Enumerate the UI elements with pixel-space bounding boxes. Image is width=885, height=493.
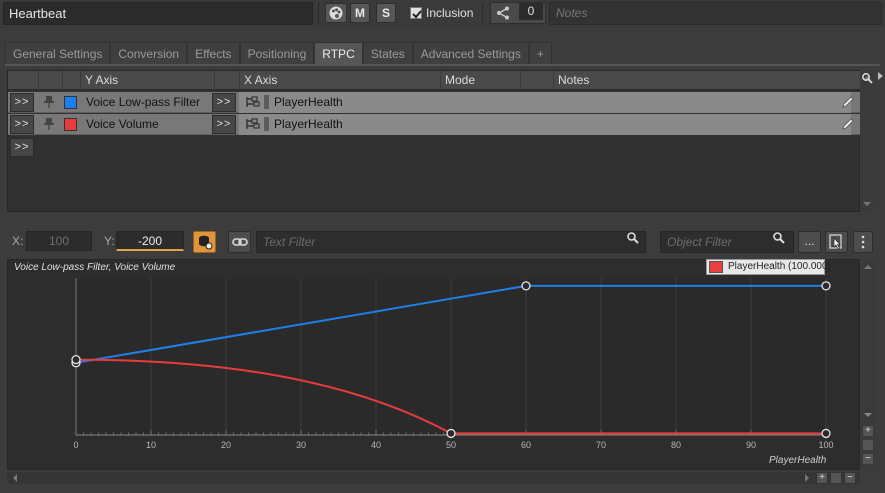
graph-legend: PlayerHealth (100.000) — [706, 259, 831, 275]
x-tick-label: 10 — [145, 440, 157, 450]
x-tick-label: 0 — [73, 440, 79, 450]
curve-control-point — [446, 428, 456, 439]
zoom-fit-icon[interactable] — [831, 473, 841, 483]
scroll-down-icon[interactable] — [861, 410, 875, 420]
scroll-right-icon[interactable] — [802, 472, 812, 484]
zoom-out-icon[interactable]: − — [863, 454, 873, 464]
scroll-up-icon[interactable] — [861, 262, 875, 272]
x-tick-label: 30 — [295, 440, 307, 450]
legend-swatch — [709, 261, 723, 273]
zoom-in-icon[interactable]: + — [817, 473, 827, 483]
x-tick-label: 40 — [370, 440, 382, 450]
curve-control-point — [521, 281, 531, 291]
legend-label: PlayerHealth (100.000) — [728, 261, 831, 272]
zoom-fit-icon[interactable] — [863, 440, 873, 450]
scroll-left-icon[interactable] — [10, 472, 20, 484]
graph-horizontal-scrollbar[interactable]: + − — [7, 472, 860, 484]
x-tick-label: 50 — [445, 440, 457, 450]
x-axis-name: PlayerHealth — [769, 455, 827, 466]
x-tick-label: 90 — [745, 440, 757, 450]
x-tick-label: 70 — [595, 440, 607, 450]
rtpc-curve-plot[interactable] — [0, 0, 885, 493]
zoom-in-icon[interactable]: + — [863, 426, 873, 436]
x-tick-label: 100 — [818, 440, 834, 450]
x-tick-label: 80 — [670, 440, 682, 450]
curve-control-point — [821, 281, 831, 291]
curve-control-point — [821, 428, 831, 439]
x-tick-label: 20 — [220, 440, 232, 450]
curve-control-point — [71, 354, 81, 365]
x-tick-label: 60 — [520, 440, 532, 450]
zoom-out-icon[interactable]: − — [845, 473, 855, 483]
graph-vertical-scrollbar[interactable]: + − — [861, 259, 875, 470]
